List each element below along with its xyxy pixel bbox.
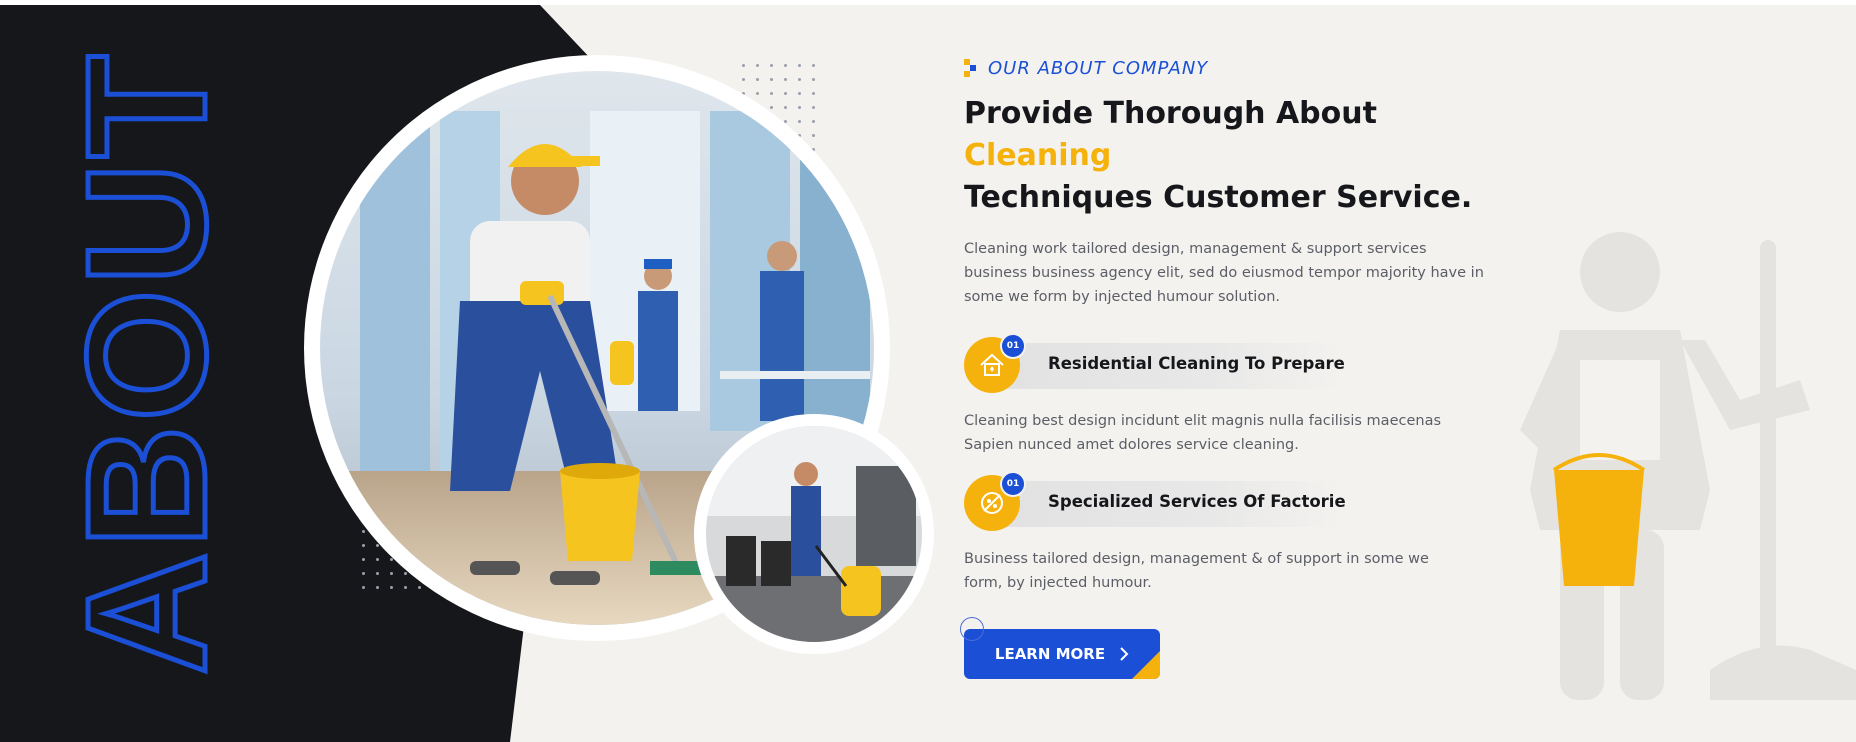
dot — [742, 64, 745, 67]
feature-title: Specialized Services Of Factorie — [1048, 492, 1346, 511]
dot — [756, 64, 759, 67]
dot — [390, 572, 393, 575]
about-word: ABOUT — [52, 51, 242, 675]
dot — [798, 78, 801, 81]
dot — [784, 106, 787, 109]
feature-description: Business tailored design, management & o… — [964, 551, 1429, 591]
dot — [812, 78, 815, 81]
dot — [798, 64, 801, 67]
dot — [770, 92, 773, 95]
dot — [798, 106, 801, 109]
dot — [362, 572, 365, 575]
learn-more-label: LEARN MORE — [994, 645, 1106, 663]
heading-part2: Techniques Customer Service. — [964, 180, 1473, 215]
feature-title: Residential Cleaning To Prepare — [1048, 354, 1345, 373]
secondary-photo-frame — [694, 414, 934, 654]
dot — [784, 64, 787, 67]
dot — [770, 106, 773, 109]
dot — [756, 78, 759, 81]
dot — [404, 572, 407, 575]
cleaner-vacuuming-photo — [706, 426, 922, 642]
dot — [812, 120, 815, 123]
dot — [376, 544, 379, 547]
section-description: Cleaning work tailored design, managemen… — [964, 241, 1484, 305]
feature-description: Cleaning best design incidunt elit magni… — [964, 413, 1442, 453]
dot — [362, 544, 365, 547]
button-decor-ring — [960, 617, 984, 641]
dot — [770, 78, 773, 81]
dot — [812, 106, 815, 109]
feature-item-specialized: 01 Specialized Services Of Factorie — [964, 471, 1524, 533]
dot — [812, 92, 815, 95]
dot — [812, 134, 815, 137]
dot — [798, 92, 801, 95]
dot — [362, 586, 365, 589]
dot — [376, 558, 379, 561]
dot — [362, 530, 365, 533]
section-tagline: OUR ABOUT COMPANY — [964, 55, 1524, 81]
feature-number-badge: 01 — [1000, 471, 1026, 497]
dot — [362, 558, 365, 561]
dot — [756, 92, 759, 95]
dot — [812, 64, 815, 67]
feature-number-badge: 01 — [1000, 333, 1026, 359]
feature-item-residential: 01 Residential Cleaning To Prepare — [964, 333, 1524, 395]
dot — [376, 572, 379, 575]
top-border — [0, 0, 1856, 5]
about-content: OUR ABOUT COMPANY Provide Thorough About… — [960, 55, 1524, 681]
tagline-text: OUR ABOUT COMPANY — [988, 57, 1209, 79]
dot — [390, 586, 393, 589]
dot — [770, 64, 773, 67]
dot — [784, 78, 787, 81]
dot — [418, 586, 421, 589]
dot — [376, 586, 379, 589]
heading-highlight: Cleaning — [964, 138, 1112, 173]
heading-part1: Provide Thorough About — [964, 96, 1377, 131]
dot — [798, 120, 801, 123]
dot — [404, 586, 407, 589]
dot — [742, 78, 745, 81]
chevron-right-icon — [1120, 647, 1129, 661]
section-heading: Provide Thorough About Cleaning Techniqu… — [964, 93, 1524, 219]
tagline-squares-icon — [964, 59, 978, 77]
dot — [784, 92, 787, 95]
learn-more-button[interactable]: LEARN MORE — [964, 629, 1160, 679]
vertical-about-text: ABOUT — [35, 25, 245, 685]
cta-wrapper: LEARN MORE — [960, 617, 1164, 681]
button-corner-accent — [1132, 651, 1160, 679]
cleaner-silhouette-illustration — [1510, 230, 1856, 712]
